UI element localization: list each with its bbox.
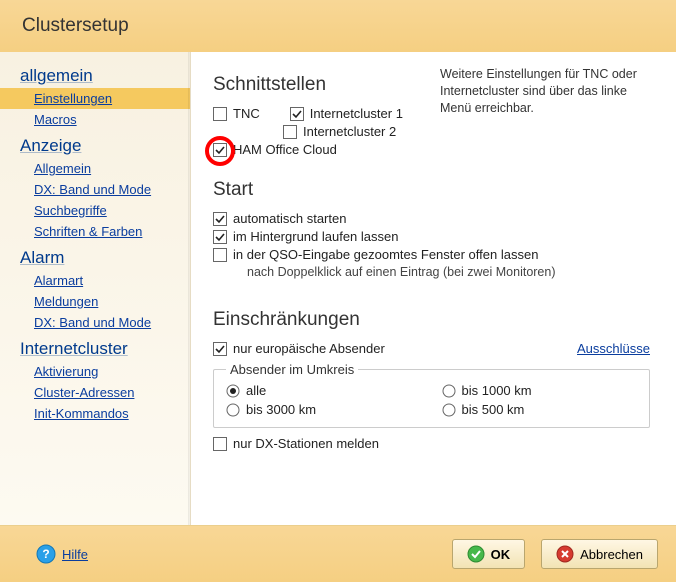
radio-3000km[interactable]: bis 3000 km	[226, 402, 422, 417]
group-absender-umkreis: Absender im Umkreis alle bis 1000 km bis…	[213, 362, 650, 428]
sidebar-item-aktivierung[interactable]: Aktivierung	[0, 361, 190, 382]
section-restrictions-title: Einschränkungen	[213, 309, 650, 331]
sidebar-cat-general[interactable]: allgemein	[0, 64, 190, 88]
checkbox-internetcluster-2[interactable]: Internetcluster 2	[283, 124, 396, 139]
sidebar-cat-alarm[interactable]: Alarm	[0, 246, 190, 270]
radio-500km[interactable]: bis 500 km	[442, 402, 638, 417]
radio-alle[interactable]: alle	[226, 383, 422, 398]
sidebar: allgemein Einstellungen Macros Anzeige A…	[0, 52, 191, 525]
cancel-icon	[556, 545, 574, 563]
svg-text:?: ?	[42, 547, 49, 561]
sidebar-item-cluster-adressen[interactable]: Cluster-Adressen	[0, 382, 190, 403]
window-title: Clustersetup	[22, 15, 129, 37]
checkbox-euro-senders[interactable]: nur europäische Absender	[213, 341, 385, 356]
sidebar-cat-anzeige[interactable]: Anzeige	[0, 134, 190, 158]
group-legend: Absender im Umkreis	[226, 362, 358, 377]
checkbox-ham-office-cloud[interactable]: HAM Office Cloud	[213, 142, 337, 157]
checkbox-tnc[interactable]: TNC	[213, 106, 260, 121]
link-ausschluesse[interactable]: Ausschlüsse	[577, 341, 650, 356]
content-pane: Weitere Einstellungen für TNC oder Inter…	[191, 52, 676, 525]
checkbox-run-background[interactable]: im Hintergrund laufen lassen	[213, 229, 398, 244]
zoom-subtext: nach Doppelklick auf einen Eintrag (bei …	[247, 265, 650, 279]
ok-icon	[467, 545, 485, 563]
radio-1000km[interactable]: bis 1000 km	[442, 383, 638, 398]
ok-button[interactable]: OK	[452, 539, 526, 569]
help-link[interactable]: ? Hilfe	[36, 544, 88, 564]
sidebar-item-dx-band-mode-alarm[interactable]: DX: Band und Mode	[0, 312, 190, 333]
footer-bar: ? Hilfe OK Abbrechen	[0, 525, 676, 582]
checkbox-auto-start[interactable]: automatisch starten	[213, 211, 346, 226]
sidebar-item-dx-band-mode-anzeige[interactable]: DX: Band und Mode	[0, 179, 190, 200]
cancel-button[interactable]: Abbrechen	[541, 539, 658, 569]
sidebar-cat-internetcluster[interactable]: Internetcluster	[0, 337, 190, 361]
sidebar-item-schriften-farben[interactable]: Schriften & Farben	[0, 221, 190, 242]
help-icon: ?	[36, 544, 56, 564]
checkbox-zoom-window[interactable]: in der QSO-Eingabe gezoomtes Fenster off…	[213, 247, 538, 262]
sidebar-item-einstellungen[interactable]: Einstellungen	[0, 88, 190, 109]
sidebar-item-alarmart[interactable]: Alarmart	[0, 270, 190, 291]
sidebar-item-allgemein[interactable]: Allgemein	[0, 158, 190, 179]
window-body: allgemein Einstellungen Macros Anzeige A…	[0, 52, 676, 525]
section-start-title: Start	[213, 179, 650, 201]
checkbox-internetcluster-1[interactable]: Internetcluster 1	[290, 106, 403, 121]
window-titlebar: Clustersetup	[0, 0, 676, 52]
interfaces-block: TNC Internetcluster 1 Internetcluster 2	[213, 106, 650, 157]
checkbox-dx-only[interactable]: nur DX-Stationen melden	[213, 436, 379, 451]
sidebar-item-meldungen[interactable]: Meldungen	[0, 291, 190, 312]
sidebar-item-init-kommandos[interactable]: Init-Kommandos	[0, 403, 190, 424]
sidebar-item-suchbegriffe[interactable]: Suchbegriffe	[0, 200, 190, 221]
sidebar-item-macros[interactable]: Macros	[0, 109, 190, 130]
